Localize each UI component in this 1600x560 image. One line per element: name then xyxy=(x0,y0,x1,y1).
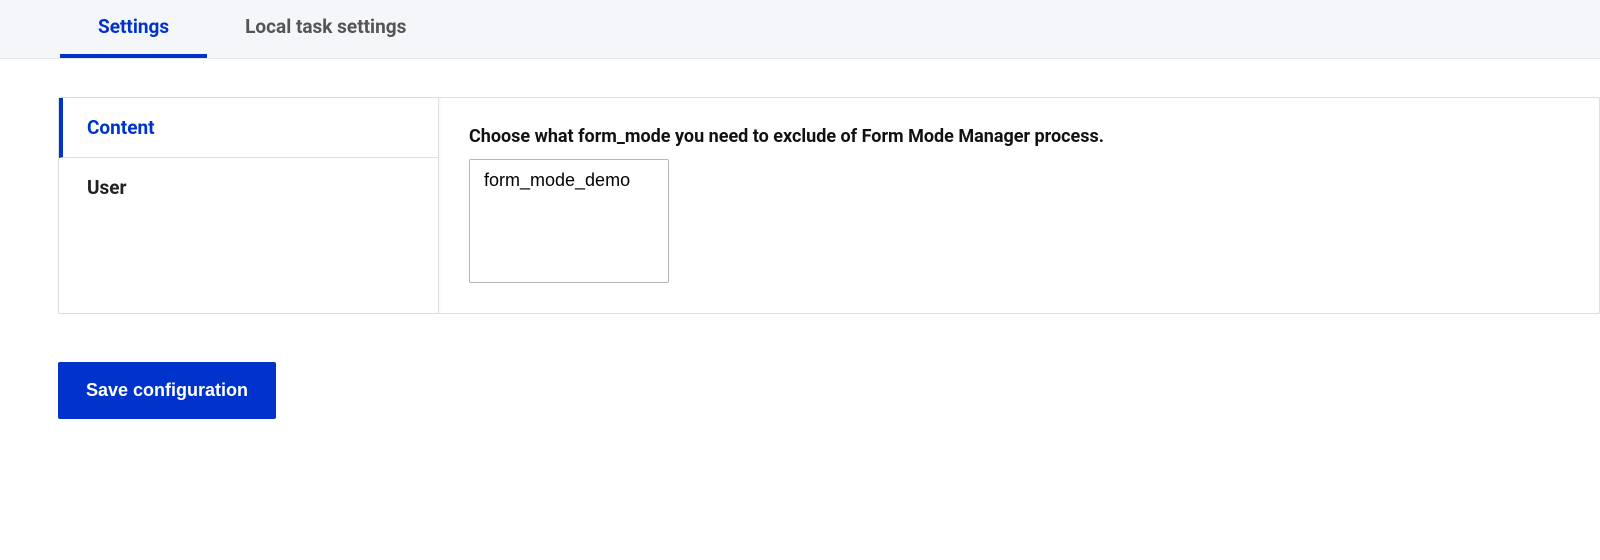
tab-settings[interactable]: Settings xyxy=(60,0,207,58)
vertical-tab-content[interactable]: Content xyxy=(59,98,438,158)
primary-tabs: Settings Local task settings xyxy=(0,0,1600,59)
settings-panel: Content User Choose what form_mode you n… xyxy=(58,97,1600,314)
form-mode-exclude-select[interactable]: form_mode_demo xyxy=(469,159,669,283)
tab-local-task-settings[interactable]: Local task settings xyxy=(207,0,444,58)
form-mode-option[interactable]: form_mode_demo xyxy=(470,160,668,201)
vertical-tabs: Content User xyxy=(59,98,439,313)
panel-content: Choose what form_mode you need to exclud… xyxy=(439,98,1599,313)
save-configuration-button[interactable]: Save configuration xyxy=(58,362,276,419)
vertical-tab-user[interactable]: User xyxy=(59,158,438,217)
form-mode-exclude-label: Choose what form_mode you need to exclud… xyxy=(469,126,1569,147)
